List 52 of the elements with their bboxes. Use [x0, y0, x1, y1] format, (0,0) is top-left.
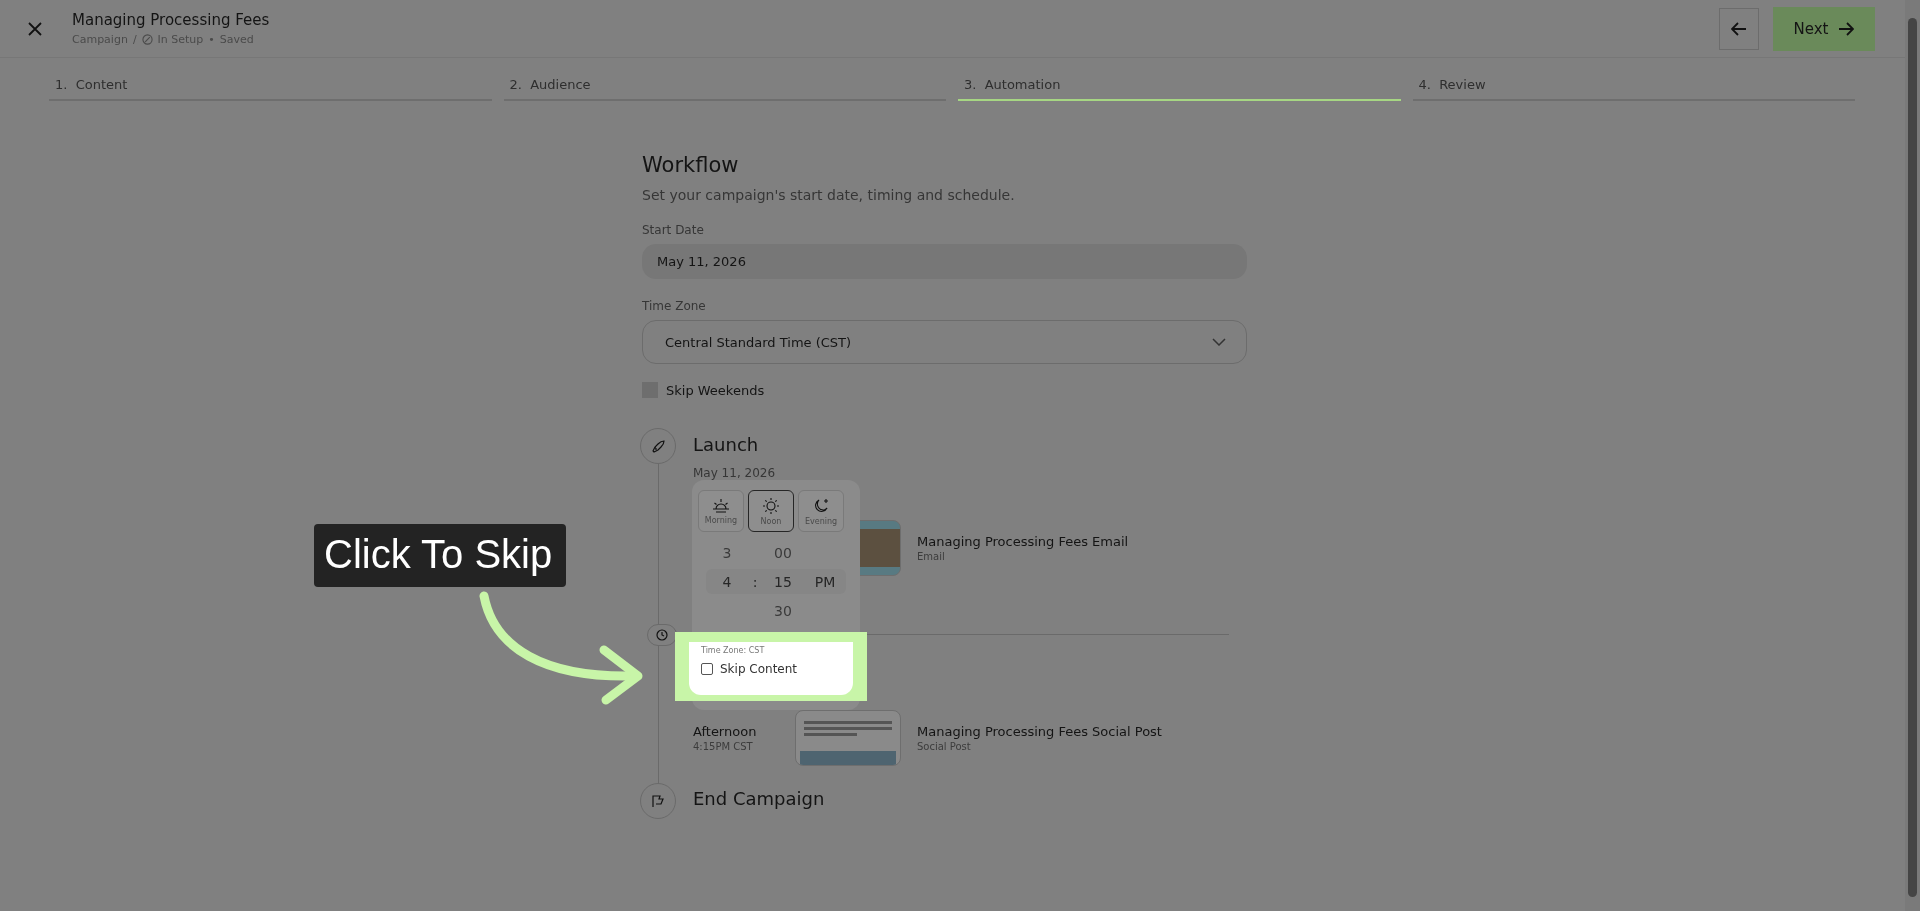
- step-tab[interactable]: 3. Automation: [958, 76, 1401, 101]
- step-tab[interactable]: 1. Content: [49, 76, 492, 101]
- step-tab[interactable]: 2. Audience: [503, 76, 946, 101]
- section-title: Workflow: [642, 153, 740, 177]
- scrollbar-thumb[interactable]: [1908, 18, 1917, 897]
- content-type: Social Post: [917, 741, 972, 752]
- close-icon[interactable]: [28, 21, 42, 36]
- field-label: Start Date: [642, 223, 705, 237]
- content-title: Managing Processing Fees Social Post: [917, 724, 1162, 739]
- hour-option[interactable]: 4: [706, 569, 748, 594]
- step-tab[interactable]: 4. Review: [1412, 76, 1855, 101]
- meridiem-option[interactable]: PM: [804, 569, 846, 594]
- photo-placeholder: [858, 529, 900, 567]
- time-slot-label: Afternoon: [693, 724, 758, 739]
- next-button[interactable]: Next: [1773, 6, 1875, 51]
- add-delay-button[interactable]: [647, 624, 677, 646]
- checkbox-label: Skip Content: [720, 662, 798, 676]
- period-option[interactable]: Noon: [748, 490, 794, 532]
- separator-dot: •: [208, 33, 215, 46]
- content-type: Email: [917, 551, 946, 562]
- time-separator: :: [751, 572, 759, 592]
- end-campaign-title: End Campaign: [693, 788, 825, 809]
- minute-option[interactable]: 00: [762, 540, 804, 565]
- send-time: 4:15PM CST: [693, 741, 754, 752]
- period-option[interactable]: Evening: [798, 490, 844, 532]
- hour-option[interactable]: 3: [706, 540, 748, 565]
- breadcrumb-separator: /: [132, 33, 137, 46]
- section-description: Set your campaign's start date, timing and schedule.: [642, 187, 1016, 203]
- back-button[interactable]: [1719, 7, 1759, 50]
- content-title: Managing Processing Fees Email: [917, 534, 1129, 549]
- moon-icon: [812, 496, 830, 515]
- tooltip-callout: Click To Skip: [314, 524, 567, 587]
- forward-arrow-icon: [1838, 21, 1855, 36]
- launch-title: Launch: [693, 434, 759, 455]
- period-option[interactable]: Morning: [698, 490, 744, 532]
- clock-icon: [656, 629, 668, 641]
- time-zone-dropdown[interactable]: Central Standard Time (CST): [642, 320, 1247, 364]
- campaign-title: Managing Processing Fees: [72, 11, 271, 29]
- date-field[interactable]: May 11, 2026: [642, 244, 1247, 279]
- checkbox[interactable]: [701, 663, 713, 675]
- launch-date: May 11, 2026: [693, 466, 776, 480]
- minute-option[interactable]: 15: [762, 569, 804, 594]
- time-zone-note: Time Zone: CST: [701, 646, 766, 655]
- back-arrow-icon: [1731, 21, 1747, 36]
- flag-icon: [651, 794, 665, 808]
- sunrise-icon: [712, 497, 730, 514]
- status-icon: [141, 34, 153, 45]
- minute-option[interactable]: 30: [762, 598, 804, 623]
- sun-icon: [762, 496, 780, 515]
- checkbox-label: Skip Weekends: [666, 382, 765, 398]
- chevron-down-icon: [1212, 338, 1226, 346]
- field-label: Time Zone: [642, 299, 707, 313]
